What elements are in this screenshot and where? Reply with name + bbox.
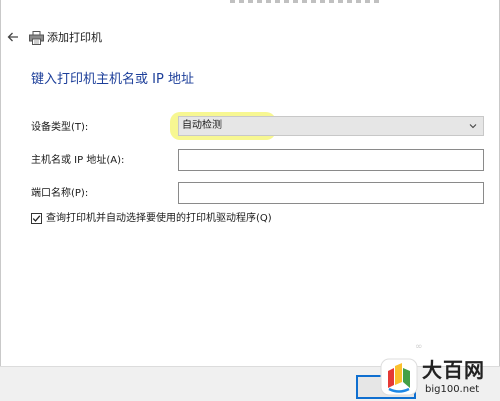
background-window-fragment (230, 0, 380, 3)
top-edge (0, 0, 500, 8)
back-arrow-icon (7, 32, 18, 42)
window-title: 添加打印机 (47, 31, 102, 44)
device-type-label: 设备类型(T): (31, 122, 89, 133)
printer-icon (29, 30, 44, 45)
watermark-brand: 大百网 (422, 358, 485, 382)
device-type-select[interactable]: 自动检测 (178, 116, 484, 136)
watermark-url: big100.net (425, 384, 480, 395)
query-printer-checkbox[interactable] (31, 213, 42, 224)
faint-decoration-icon: ∞ (415, 342, 423, 352)
query-printer-label: 查询打印机并自动选择要使用的打印机驱动程序(Q) (46, 213, 272, 224)
device-type-selected-value: 自动检测 (182, 120, 222, 131)
port-name-label: 端口名称(P): (31, 188, 89, 199)
watermark-logo-icon (380, 358, 418, 396)
port-name-input[interactable] (178, 182, 484, 204)
checkmark-icon (32, 215, 41, 222)
hostname-label: 主机名或 IP 地址(A): (31, 155, 125, 166)
page-heading: 键入打印机主机名或 IP 地址 (31, 72, 194, 87)
back-button[interactable] (5, 29, 21, 45)
left-border (0, 0, 1, 401)
hostname-input[interactable] (178, 149, 484, 171)
chevron-down-icon (469, 124, 477, 129)
watermark: 大百网 big100.net (380, 352, 500, 401)
add-printer-dialog: 添加打印机 键入打印机主机名或 IP 地址 设备类型(T): 自动检测 主机名或… (0, 0, 500, 401)
